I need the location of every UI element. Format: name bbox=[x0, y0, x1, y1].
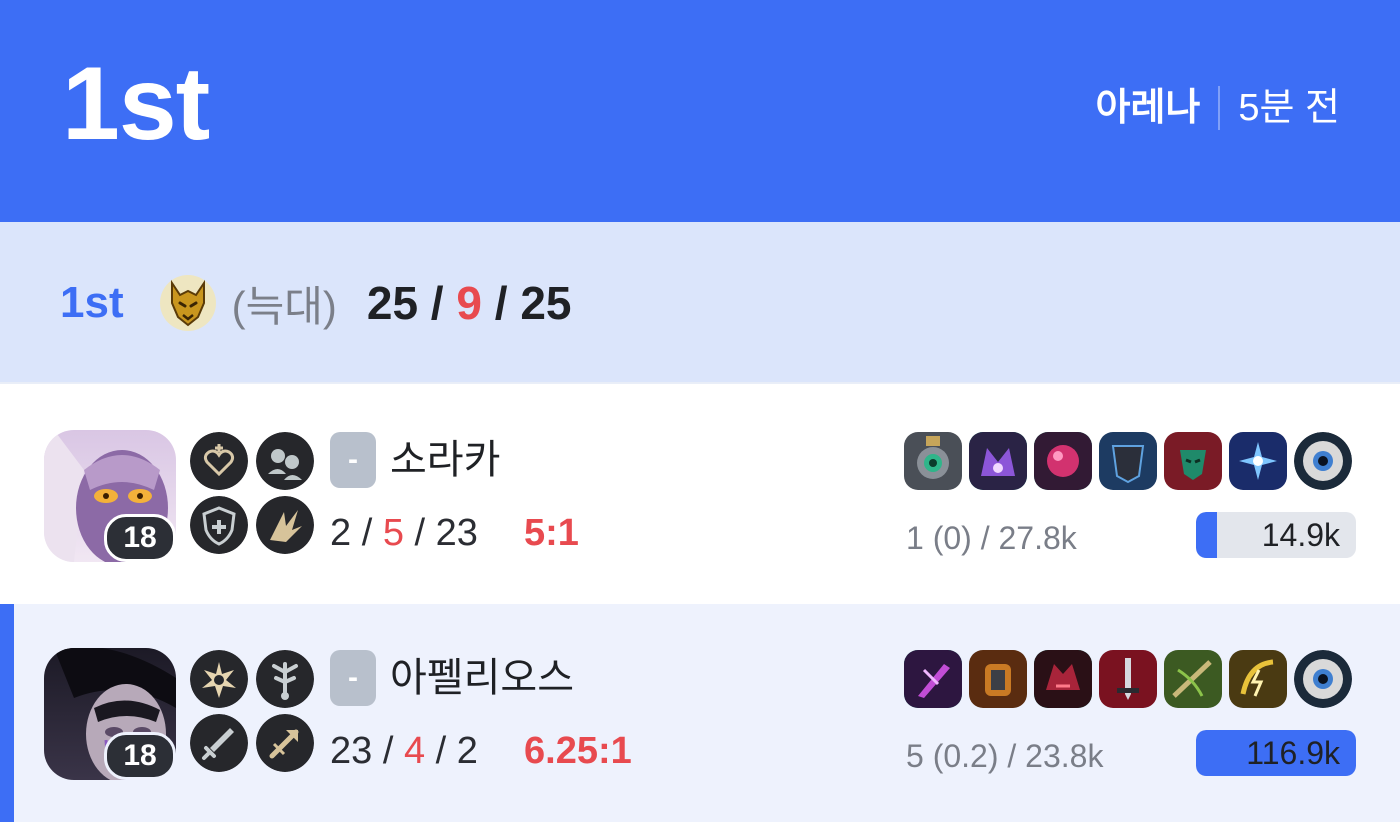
wolf-team-icon bbox=[158, 273, 218, 333]
player-assists: 23 bbox=[435, 512, 478, 554]
lightning-bow-item-icon[interactable] bbox=[1229, 650, 1287, 708]
team-name: (늑대) bbox=[231, 282, 337, 330]
meta-divider bbox=[1218, 86, 1221, 130]
match-header: 1st 아레나 5분 전 bbox=[0, 0, 1400, 222]
violet-blade-item-icon[interactable] bbox=[904, 650, 962, 708]
champion-level: 18 bbox=[104, 732, 176, 780]
damage-bar-fill bbox=[1196, 512, 1217, 558]
champion-name[interactable]: 아펠리오스 bbox=[390, 654, 574, 702]
crossbow-item-icon[interactable] bbox=[1164, 650, 1222, 708]
star-burst-augment-icon[interactable] bbox=[190, 650, 248, 708]
champion-name[interactable]: 소라카 bbox=[390, 436, 500, 484]
player-kda: 2 / 5 / 23 bbox=[330, 512, 478, 554]
player-row[interactable]: 18 - 소라카 2 / 5 / 23 5:1 1 (0) / 27.8k 14… bbox=[0, 386, 1400, 604]
team-kda-sep: / bbox=[481, 277, 521, 329]
eye-ward-icon[interactable] bbox=[1294, 432, 1352, 490]
green-mask-item-icon[interactable] bbox=[1164, 432, 1222, 490]
shield-augment-icon[interactable] bbox=[190, 496, 248, 554]
violet-crown-item-icon[interactable] bbox=[969, 432, 1027, 490]
player-deaths: 4 bbox=[403, 730, 426, 772]
burst-augment-icon[interactable] bbox=[256, 496, 314, 554]
time-ago: 5분 전 bbox=[1238, 87, 1340, 129]
damage-value: 116.9k bbox=[1246, 735, 1340, 771]
tier-badge: - bbox=[330, 650, 376, 706]
game-mode: 아레나 bbox=[1095, 87, 1201, 129]
team-deaths: 9 bbox=[456, 277, 482, 329]
cs-gold: 5 (0.2) / 23.8k bbox=[906, 738, 1104, 774]
player-deaths: 5 bbox=[382, 512, 404, 554]
crimson-blade-item-icon[interactable] bbox=[1099, 650, 1157, 708]
team-kills: 25 bbox=[366, 277, 419, 329]
red-helm-item-icon[interactable] bbox=[1034, 650, 1092, 708]
player-kda: 23 / 4 / 2 bbox=[330, 730, 478, 772]
player-row-highlighted[interactable]: 18 - 아펠리오스 23 / 4 / 2 6.25:1 5 (0.2) / 2… bbox=[0, 604, 1400, 822]
player-kills: 23 bbox=[330, 730, 373, 772]
team-summary: 1st (늑대) 25 / 9 / 25 bbox=[0, 222, 1400, 384]
team-rank: 1st bbox=[60, 278, 124, 327]
dark-armor-item-icon[interactable] bbox=[1099, 432, 1157, 490]
kda-ratio: 5:1 bbox=[524, 512, 579, 554]
item-list bbox=[904, 650, 1359, 708]
damage-bar: 116.9k bbox=[1196, 730, 1356, 776]
pink-orb-item-icon[interactable] bbox=[1034, 432, 1092, 490]
sword-augment-icon[interactable] bbox=[190, 714, 248, 772]
arrow-augment-icon[interactable] bbox=[256, 714, 314, 772]
match-rank: 1st bbox=[62, 46, 210, 162]
match-meta: 아레나 5분 전 bbox=[1095, 86, 1340, 130]
damage-bar: 14.9k bbox=[1196, 512, 1356, 558]
team-assists: 25 bbox=[520, 277, 572, 329]
gear-item-icon[interactable] bbox=[904, 432, 962, 490]
player-assists: 2 bbox=[456, 730, 478, 772]
eye-ward-icon[interactable] bbox=[1294, 650, 1352, 708]
team-kda: 25 / 9 / 25 bbox=[367, 276, 572, 330]
item-list bbox=[904, 432, 1359, 490]
team-kda-sep: / bbox=[418, 277, 457, 329]
kda-ratio: 6.25:1 bbox=[524, 730, 632, 772]
heart-augment-icon[interactable] bbox=[190, 432, 248, 490]
tree-augment-icon[interactable] bbox=[256, 650, 314, 708]
people-augment-icon[interactable] bbox=[256, 432, 314, 490]
cs-gold: 1 (0) / 27.8k bbox=[906, 520, 1077, 556]
player-kills: 2 bbox=[330, 512, 352, 554]
blue-star-item-icon[interactable] bbox=[1229, 432, 1287, 490]
champion-level: 18 bbox=[104, 514, 176, 562]
tier-badge: - bbox=[330, 432, 376, 488]
damage-value: 14.9k bbox=[1261, 517, 1340, 553]
golden-gauntlet-item-icon[interactable] bbox=[969, 650, 1027, 708]
